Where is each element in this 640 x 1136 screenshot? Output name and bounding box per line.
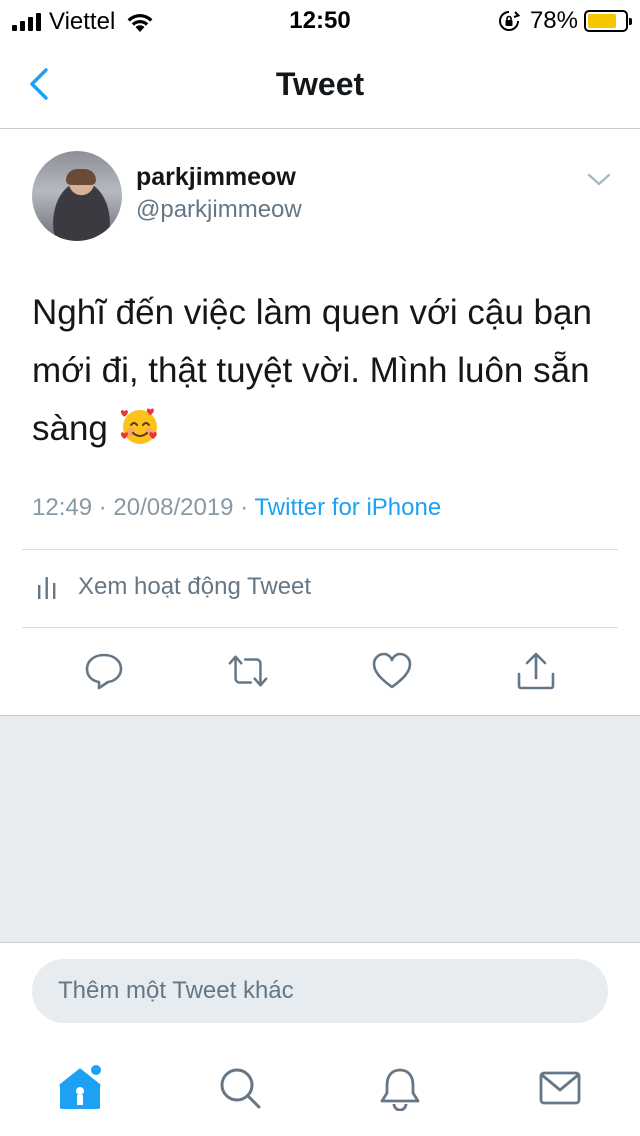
empty-replies-area — [0, 715, 640, 942]
display-name[interactable]: parkjimmeow — [136, 163, 296, 192]
status-right: 78% — [498, 7, 632, 35]
tab-messages[interactable] — [536, 1064, 584, 1112]
avatar[interactable] — [32, 151, 122, 241]
view-activity-row[interactable]: Xem hoạt động Tweet — [36, 573, 311, 601]
battery-percent: 78% — [529, 7, 578, 34]
tweet-date: 20/08/2019 — [113, 494, 234, 521]
divider — [22, 549, 618, 550]
search-icon — [220, 1068, 261, 1109]
tab-bar — [0, 1038, 640, 1136]
notification-dot — [91, 1065, 101, 1075]
divider — [22, 627, 618, 628]
messages-icon — [539, 1071, 581, 1105]
nav-bar: Tweet — [0, 40, 640, 129]
reply-button[interactable] — [82, 649, 126, 693]
notifications-icon — [380, 1068, 420, 1111]
status-bar: Viettel 12:50 78% — [0, 0, 640, 40]
tab-notifications[interactable] — [376, 1064, 424, 1112]
tab-search[interactable] — [216, 1064, 264, 1112]
battery-fill — [588, 14, 617, 28]
reply-icon — [85, 653, 123, 690]
tweet-text-content: Nghĩ đến việc làm quen với cậu bạn mới đ… — [32, 293, 592, 448]
like-icon — [372, 652, 412, 689]
meta-separator: · — [240, 494, 249, 521]
activity-label: Xem hoạt động Tweet — [78, 573, 312, 600]
tweet-actions — [0, 649, 640, 693]
retweet-icon — [228, 655, 268, 687]
meta-separator: · — [98, 494, 107, 521]
chevron-down-icon[interactable] — [586, 172, 612, 188]
rotation-lock-icon — [498, 11, 520, 31]
compose-tweet-input[interactable] — [32, 959, 608, 1023]
retweet-button[interactable] — [226, 649, 270, 693]
battery-icon — [584, 10, 632, 32]
user-handle[interactable]: @parkjimmeow — [136, 196, 302, 224]
tab-home[interactable] — [56, 1064, 104, 1112]
tweet-time: 12:49 — [32, 494, 93, 521]
tweet-text: Nghĩ đến việc làm quen với cậu bạn mới đ… — [32, 284, 622, 458]
tweet-source-link[interactable]: Twitter for iPhone — [254, 494, 441, 521]
avatar-hair — [66, 169, 96, 185]
tweet-meta: 12:49 · 20/08/2019 · Twitter for iPhone — [32, 494, 441, 522]
share-icon — [517, 652, 555, 690]
compose-bar — [0, 942, 640, 1038]
smiling-face-with-hearts-icon — [120, 408, 157, 444]
home-icon — [59, 1065, 101, 1109]
share-button[interactable] — [514, 649, 558, 693]
analytics-icon — [38, 577, 56, 599]
page-title: Tweet — [275, 66, 365, 102]
like-button[interactable] — [370, 649, 414, 693]
